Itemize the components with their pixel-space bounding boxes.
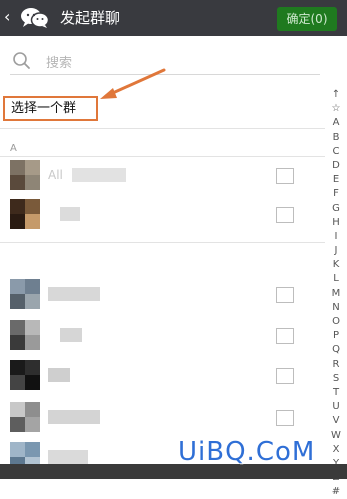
index-letter[interactable]: J <box>335 244 338 258</box>
contact-row[interactable] <box>0 318 325 358</box>
watermark: UiBQ.CoM <box>178 437 316 467</box>
index-letter[interactable]: F <box>333 187 339 201</box>
contact-checkbox[interactable] <box>276 410 294 426</box>
index-letter[interactable]: ☆ <box>332 102 341 116</box>
contact-name-blur <box>48 410 100 424</box>
search-input[interactable] <box>44 51 308 75</box>
contact-row[interactable] <box>0 277 325 317</box>
index-letter[interactable]: X <box>333 443 340 457</box>
index-letter[interactable]: B <box>333 131 340 145</box>
index-letter[interactable]: E <box>333 173 339 187</box>
contact-row[interactable] <box>0 400 325 440</box>
avatar <box>10 360 40 390</box>
avatar <box>10 279 40 309</box>
section-header-a: A <box>10 143 17 154</box>
page-title: 发起群聊 <box>60 9 121 27</box>
contact-name: All <box>48 168 63 182</box>
back-button[interactable]: ‹ <box>4 8 10 26</box>
index-letter[interactable]: C <box>333 145 340 159</box>
avatar <box>10 160 40 190</box>
index-letter[interactable]: N <box>332 301 339 315</box>
contact-row[interactable]: All <box>0 158 325 198</box>
divider <box>0 156 325 157</box>
index-letter[interactable]: H <box>332 216 340 230</box>
contact-checkbox[interactable] <box>276 368 294 384</box>
index-letter[interactable]: Q <box>332 343 340 357</box>
select-group-item[interactable]: 选择一个群 <box>3 96 98 121</box>
index-letter[interactable]: T <box>333 386 339 400</box>
contact-checkbox[interactable] <box>276 207 294 223</box>
contact-name-blur <box>48 450 88 464</box>
contact-name-blur <box>48 287 100 301</box>
annotation-arrow-icon <box>100 68 166 99</box>
index-letter[interactable]: D <box>332 159 340 173</box>
contact-name-blur <box>48 368 70 382</box>
contact-checkbox[interactable] <box>276 168 294 184</box>
confirm-button[interactable]: 确定(0) <box>277 7 337 31</box>
index-letter[interactable]: U <box>332 400 339 414</box>
contact-name-blur <box>60 207 80 221</box>
index-letter[interactable]: I <box>335 230 338 244</box>
divider <box>0 128 325 129</box>
avatar <box>10 320 40 350</box>
contact-name-blur <box>60 328 82 342</box>
wechat-logo-icon <box>21 8 50 28</box>
index-letter[interactable]: G <box>332 202 340 216</box>
index-letter[interactable]: P <box>333 329 339 343</box>
alphabet-index[interactable]: ↑☆ABCDEFGHIJKLMNOPQRSTUVWXYZ# <box>327 88 345 499</box>
divider <box>0 242 325 243</box>
index-letter[interactable]: L <box>333 272 339 286</box>
contact-checkbox[interactable] <box>276 328 294 344</box>
search-icon <box>13 52 30 69</box>
contact-checkbox[interactable] <box>276 287 294 303</box>
index-letter[interactable]: W <box>331 429 341 443</box>
avatar <box>10 199 40 229</box>
index-letter[interactable]: K <box>333 258 340 272</box>
index-letter[interactable]: # <box>332 485 340 499</box>
index-letter[interactable]: V <box>333 414 340 428</box>
index-letter[interactable]: O <box>332 315 340 329</box>
index-letter[interactable]: M <box>332 287 341 301</box>
index-letter[interactable]: ↑ <box>332 88 340 102</box>
index-letter[interactable]: R <box>333 358 340 372</box>
contact-row[interactable] <box>0 197 325 237</box>
avatar <box>10 402 40 432</box>
title-bar: ‹ 发起群聊 确定(0) <box>0 0 347 36</box>
index-letter[interactable]: S <box>333 372 339 386</box>
contact-name-blur <box>72 168 126 182</box>
index-letter[interactable]: A <box>333 116 340 130</box>
contact-row[interactable] <box>0 358 325 398</box>
